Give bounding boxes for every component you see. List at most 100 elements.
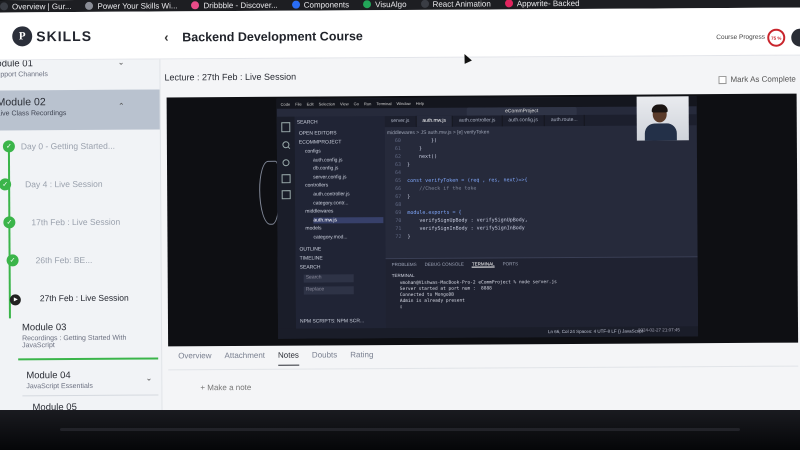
person-body bbox=[644, 123, 677, 141]
explorer-header[interactable]: SEARCH bbox=[297, 120, 318, 126]
visualgo-icon bbox=[363, 0, 372, 9]
outline-section[interactable]: OUTLINE bbox=[300, 246, 322, 252]
user-avatar[interactable] bbox=[791, 28, 800, 47]
bookmark-item[interactable]: Appwrite- Backed bbox=[504, 0, 580, 8]
lesson-item-current[interactable]: 27th Feb : Live Session bbox=[0, 281, 162, 318]
explorer-file[interactable]: models bbox=[305, 226, 321, 232]
bookmark-item[interactable]: Dribbble - Discover... bbox=[191, 0, 278, 10]
bookmark-item[interactable]: Overview | Gur... bbox=[0, 2, 72, 11]
line-number: 66 bbox=[395, 186, 402, 193]
module-02-item[interactable]: Module 02 Live Class Recordings ⌃ bbox=[0, 89, 161, 131]
code-line: const verifyToken = (req , res, next)=>{ bbox=[407, 177, 528, 184]
explorer-file[interactable]: server.config.js bbox=[313, 174, 346, 180]
menu-item[interactable]: Edit bbox=[307, 101, 314, 106]
menu-item[interactable]: Help bbox=[416, 100, 424, 105]
bookmark-item[interactable]: VisuAlgo bbox=[363, 0, 407, 9]
activity-bar bbox=[276, 116, 297, 339]
code-line: verifySignUpBody : verifySignUpBody, bbox=[407, 217, 528, 224]
make-note-button[interactable]: + Make a note bbox=[200, 383, 251, 392]
npm-scripts-section[interactable]: NPM SCRIPTS: NPM SCR... bbox=[300, 318, 364, 324]
panel-tab[interactable]: DEBUG CONSOLE bbox=[425, 262, 464, 268]
explorer-file[interactable]: category.contr... bbox=[313, 200, 348, 206]
module-subtitle: upport Channels bbox=[0, 71, 48, 79]
activity-icons bbox=[281, 122, 291, 200]
tab-doubts[interactable]: Doubts bbox=[312, 350, 337, 365]
divider bbox=[168, 365, 799, 371]
menu-item[interactable]: Code bbox=[281, 101, 291, 106]
panel-tab[interactable]: PORTS bbox=[503, 261, 518, 267]
editor-breadcrumb: middlewares > JS auth.mw.js > [e] verify… bbox=[386, 129, 490, 137]
logo-mark: P bbox=[12, 26, 33, 47]
menu-item[interactable]: Run bbox=[364, 101, 371, 106]
back-chevron-icon[interactable]: ‹ bbox=[164, 29, 168, 44]
lesson-label: Day 0 - Getting Started... bbox=[20, 140, 115, 152]
editor-tab[interactable]: server.js bbox=[384, 115, 417, 128]
chevron-down-icon[interactable]: ⌄ bbox=[146, 374, 153, 383]
module-03-item[interactable]: Module 03 Recordings : Getting Started W… bbox=[0, 321, 162, 366]
module-01-item[interactable]: odule 01 upport Channels ⌄ bbox=[0, 59, 161, 82]
module-subtitle: Recordings : Getting Started With JavaSc… bbox=[22, 334, 127, 350]
explorer-file[interactable]: controllers bbox=[305, 183, 328, 189]
explorer-file[interactable]: middlewares bbox=[305, 209, 333, 215]
lesson-item[interactable]: ✓ Day 0 - Getting Started... bbox=[0, 129, 161, 166]
bookmark-item[interactable]: Components bbox=[291, 0, 349, 9]
editor-tab[interactable]: auth.mw.js bbox=[416, 115, 454, 127]
panel-tab[interactable]: PROBLEMS bbox=[392, 262, 417, 268]
editor-tab[interactable]: auth.controller.js bbox=[452, 115, 503, 127]
lecture-tabs: Overview Attachment Notes Doubts Rating bbox=[178, 350, 373, 366]
lesson-item[interactable]: ✓ 17th Feb : Live Session bbox=[0, 205, 161, 242]
overview-icon bbox=[0, 2, 9, 11]
panel-tab[interactable]: TERMINAL bbox=[471, 261, 495, 268]
panel-tabs: PROBLEMS DEBUG CONSOLE TERMINAL PORTS bbox=[392, 261, 519, 268]
checkbox-icon[interactable] bbox=[718, 75, 727, 84]
bookmark-item[interactable]: Power Your Skills Wi... bbox=[85, 1, 178, 11]
explorer-file[interactable]: configs bbox=[305, 148, 321, 154]
bookmark-item[interactable]: React Animation bbox=[420, 0, 491, 8]
tab-notes[interactable]: Notes bbox=[277, 350, 299, 366]
search-input[interactable]: Search bbox=[303, 274, 354, 283]
tab-attachment[interactable]: Attachment bbox=[224, 351, 265, 366]
explorer-file[interactable]: category.mod... bbox=[313, 234, 347, 240]
terminal-title: TERMINAL bbox=[391, 272, 415, 279]
editor-tab[interactable]: auth.config.js bbox=[502, 115, 545, 127]
menu-item[interactable]: File bbox=[295, 101, 301, 106]
tab-rating[interactable]: Rating bbox=[350, 350, 373, 365]
open-editors-section[interactable]: OPEN EDITORS bbox=[299, 130, 337, 136]
explorer-file[interactable]: db.config.js bbox=[313, 166, 338, 172]
appwrite-icon bbox=[504, 0, 513, 8]
editor-tab[interactable]: auth.route... bbox=[544, 114, 585, 127]
lesson-label: 26th Feb: BE... bbox=[35, 254, 93, 266]
lesson-item[interactable]: ✓ 26th Feb: BE... bbox=[0, 243, 162, 280]
line-number: 72 bbox=[395, 234, 402, 241]
check-icon: ✓ bbox=[0, 178, 12, 191]
lesson-item[interactable]: ✓ Day 4 : Live Session bbox=[0, 167, 161, 204]
explorer-file[interactable]: auth.controller.js bbox=[313, 191, 349, 197]
mark-complete-label: Mark As Complete bbox=[730, 74, 796, 84]
replace-input[interactable]: Replace bbox=[303, 286, 354, 295]
photo-frame: Overview | Gur... Power Your Skills Wi...… bbox=[0, 0, 800, 450]
menu-item[interactable]: Terminal bbox=[376, 101, 391, 106]
menu-item[interactable]: Go bbox=[354, 101, 359, 106]
explorer-file[interactable]: auth.mw.js bbox=[313, 216, 384, 224]
timeline-section[interactable]: TIMELINE bbox=[300, 255, 323, 261]
chevron-down-icon[interactable]: ⌄ bbox=[118, 59, 125, 66]
explorer-file[interactable]: auth.config.js bbox=[313, 157, 343, 163]
mouse-cursor-icon bbox=[460, 52, 472, 64]
project-section[interactable]: ECOMMPROJECT bbox=[299, 139, 342, 145]
line-number: 70 bbox=[395, 218, 402, 225]
lesson-label: 27th Feb : Live Session bbox=[39, 292, 129, 304]
search-section[interactable]: SEARCH bbox=[300, 265, 321, 271]
tab-overview[interactable]: Overview bbox=[178, 351, 211, 366]
bottom-panel: PROBLEMS DEBUG CONSOLE TERMINAL PORTS TERMI… bbox=[385, 256, 699, 331]
mark-complete-checkbox[interactable]: Mark As Complete bbox=[718, 74, 796, 84]
module-subtitle: JavaScript Essentials bbox=[26, 382, 93, 391]
bookmark-label: Dribbble - Discover... bbox=[203, 0, 278, 10]
globe-icon bbox=[85, 1, 94, 10]
chevron-up-icon[interactable]: ⌃ bbox=[118, 102, 125, 111]
video-player[interactable]: Code File Edit Selection View Go Run Terminal Wi… bbox=[166, 93, 799, 347]
menu-item[interactable]: View bbox=[340, 101, 349, 106]
pw-skills-logo[interactable]: P SKILLS bbox=[12, 26, 92, 47]
menu-item[interactable]: Selection bbox=[319, 101, 335, 106]
menu-item[interactable]: Window bbox=[396, 100, 410, 105]
bookmark-label: VisuAlgo bbox=[375, 0, 407, 9]
